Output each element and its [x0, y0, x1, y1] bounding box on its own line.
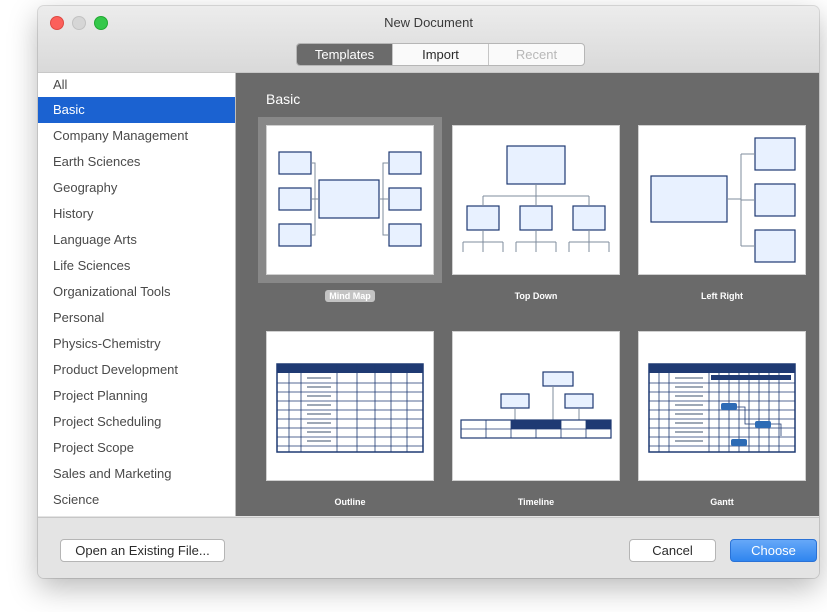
- template-label: Gantt: [710, 497, 734, 507]
- sidebar-item-all[interactable]: All: [38, 73, 235, 97]
- sidebar-item-sales-and-marketing[interactable]: Sales and Marketing: [38, 461, 235, 487]
- template-label: Timeline: [517, 497, 555, 507]
- left-right-thumbnail: [638, 125, 806, 275]
- template-gantt[interactable]: Gantt: [638, 331, 806, 507]
- sidebar-item-organizational-tools[interactable]: Organizational Tools: [38, 279, 235, 305]
- template-label: Mind Map: [325, 290, 375, 302]
- sidebar-item-science[interactable]: Science: [38, 487, 235, 513]
- template-mind-map[interactable]: Mind Map: [266, 125, 434, 302]
- sidebar-item-personal[interactable]: Personal: [38, 305, 235, 331]
- sidebar-item-project-planning[interactable]: Project Planning: [38, 383, 235, 409]
- dialog-footer: Open an Existing File... Cancel Choose: [38, 517, 819, 578]
- choose-button[interactable]: Choose: [730, 539, 817, 562]
- sidebar-item-project-scope[interactable]: Project Scope: [38, 435, 235, 461]
- tab-templates[interactable]: Templates: [297, 44, 393, 65]
- sidebar-item-language-arts[interactable]: Language Arts: [38, 227, 235, 253]
- template-label: Left Right: [701, 291, 743, 301]
- sidebar-item-product-development[interactable]: Product Development: [38, 357, 235, 383]
- open-existing-file-button[interactable]: Open an Existing File...: [60, 539, 225, 562]
- template-gallery: Basic Mind Map Top Down Left Right Outli…: [236, 73, 819, 516]
- gantt-thumbnail: [638, 331, 806, 481]
- template-outline[interactable]: Outline: [266, 331, 434, 507]
- sidebar-item-earth-sciences[interactable]: Earth Sciences: [38, 149, 235, 175]
- title-bar: New Document Templates Import Recent: [38, 6, 819, 73]
- tab-import[interactable]: Import: [393, 44, 489, 65]
- timeline-thumbnail: [452, 331, 620, 481]
- sidebar-item-physics-chemistry[interactable]: Physics-Chemistry: [38, 331, 235, 357]
- window-title: New Document: [384, 15, 473, 30]
- sidebar-item-basic[interactable]: Basic: [38, 97, 235, 123]
- sidebar-item-project-scheduling[interactable]: Project Scheduling: [38, 409, 235, 435]
- template-timeline[interactable]: Timeline: [452, 331, 620, 507]
- sidebar-item-life-sciences[interactable]: Life Sciences: [38, 253, 235, 279]
- category-list: All Basic Company Management Earth Scien…: [38, 73, 236, 516]
- sidebar-item-history[interactable]: History: [38, 201, 235, 227]
- top-down-thumbnail: [452, 125, 620, 275]
- sidebar-item-geography[interactable]: Geography: [38, 175, 235, 201]
- cancel-button[interactable]: Cancel: [629, 539, 716, 562]
- template-label: Outline: [334, 497, 366, 507]
- outline-thumbnail: [266, 331, 434, 481]
- tab-recent: Recent: [515, 47, 558, 62]
- template-top-down[interactable]: Top Down: [452, 125, 620, 301]
- template-label: Top Down: [514, 291, 558, 301]
- sidebar-item-company-management[interactable]: Company Management: [38, 123, 235, 149]
- template-left-right[interactable]: Left Right: [638, 125, 806, 301]
- new-document-dialog: New Document Templates Import Recent All…: [38, 6, 819, 578]
- mind-map-thumbnail: [266, 125, 434, 275]
- source-tabs: Templates Import Recent: [296, 43, 585, 66]
- section-title: Basic: [266, 91, 301, 107]
